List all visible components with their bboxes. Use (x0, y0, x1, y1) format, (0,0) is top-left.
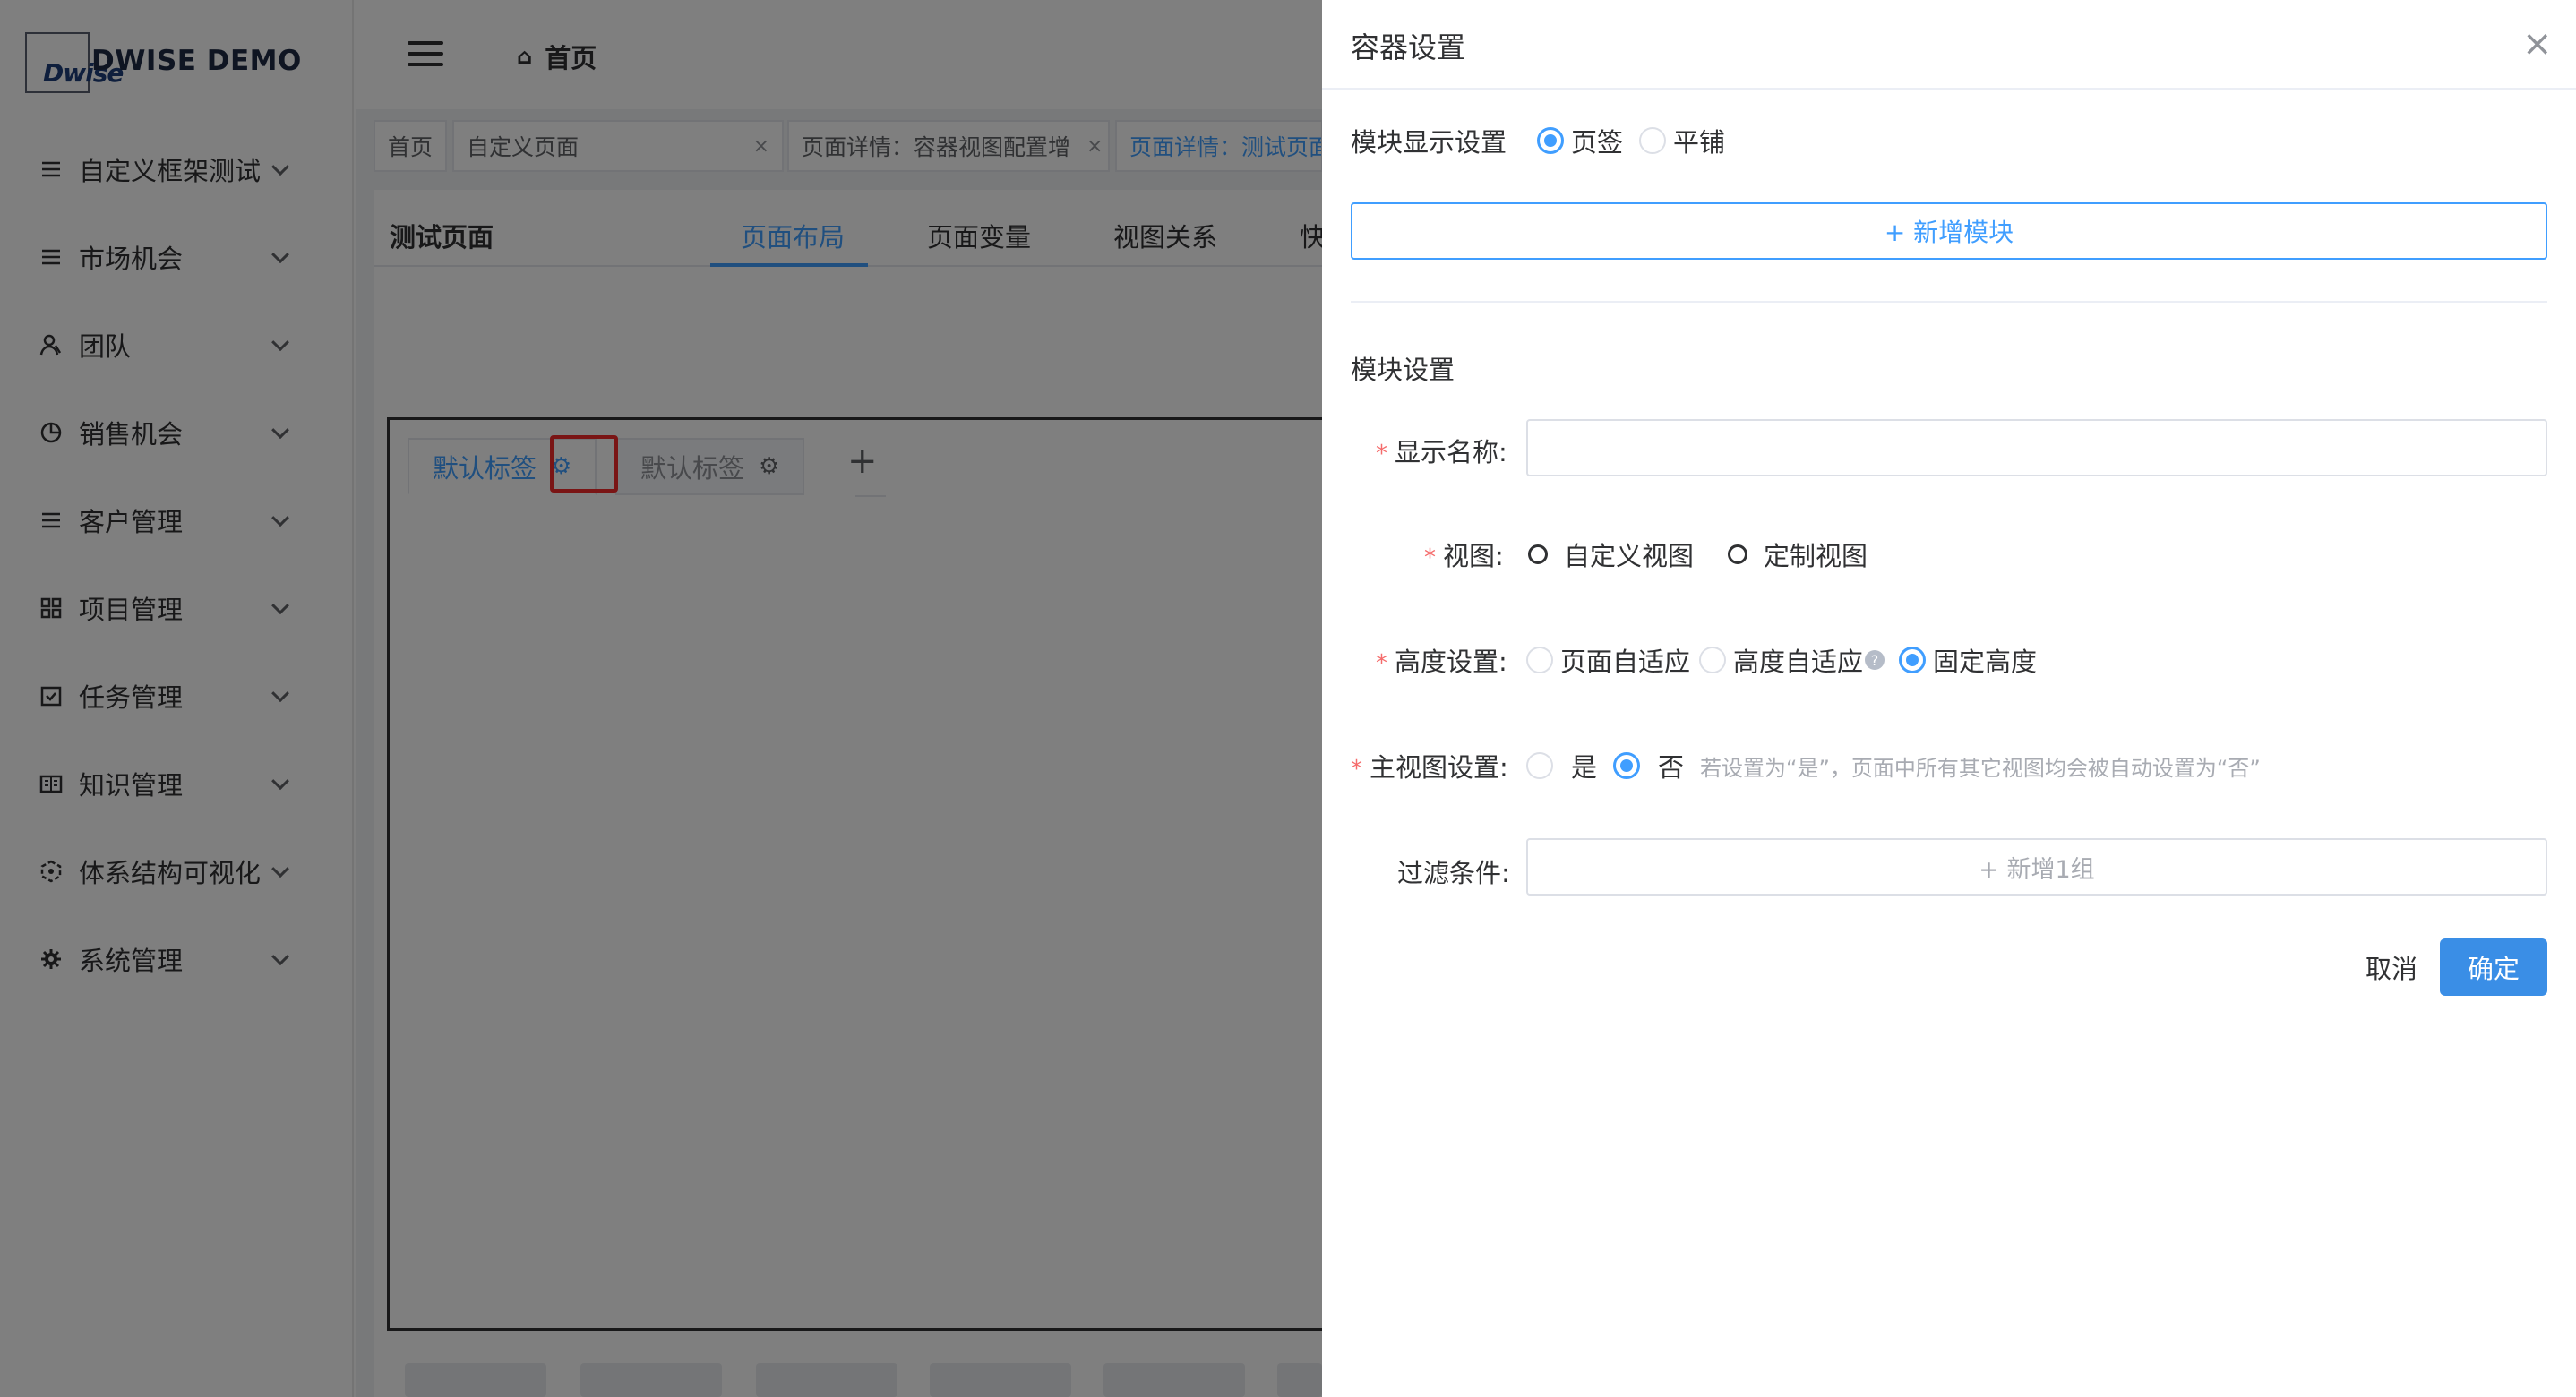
height-setting-label: * 高度设置: (1376, 641, 1507, 679)
view-label: * 视图: (1424, 536, 1504, 573)
radio-checked-icon (1537, 127, 1564, 154)
radio-label: 是 (1571, 752, 1598, 783)
radio-label: 定制视图 (1764, 541, 1868, 571)
required-mark: * (1376, 650, 1387, 677)
filter-label: 过滤条件: (1397, 858, 1510, 888)
radio-fixed-height[interactable]: 固定高度 (1899, 641, 2037, 679)
label-text: 主视图设置: (1370, 752, 1508, 783)
radio-main-view-yes[interactable]: 是 (1526, 747, 1597, 784)
label-text: 显示名称: (1395, 437, 1507, 467)
radio-unchecked-icon (1699, 647, 1727, 673)
radio-label: 否 (1658, 752, 1685, 783)
radio-page-adaptive[interactable]: 页面自适应 (1526, 641, 1690, 679)
display-name-label: * 显示名称: (1376, 432, 1507, 469)
radio-label: 平铺 (1673, 127, 1726, 158)
main-view-hint: 若设置为“是”，页面中所有其它视图均会被自动设置为“否” (1700, 755, 2261, 781)
drawer-title: 容器设置 (1351, 30, 1466, 64)
radio-unchecked-icon (1526, 647, 1553, 673)
radio-label: 固定高度 (1933, 647, 2038, 677)
radio-tile-mode[interactable]: 平铺 (1639, 122, 1725, 159)
add-module-button[interactable]: + 新增模块 (1351, 202, 2547, 260)
add-filter-group-button[interactable]: + 新增1组 (1526, 838, 2547, 896)
radio-unchecked-icon (1728, 544, 1748, 564)
radio-label: 高度自适应 (1733, 647, 1864, 677)
radio-unchecked-icon (1526, 752, 1553, 779)
required-mark: * (1424, 544, 1436, 571)
close-icon[interactable]: × (2522, 23, 2553, 64)
radio-unchecked-icon (1639, 127, 1667, 154)
cancel-button[interactable]: 取消 (2348, 938, 2434, 996)
display-setting-label: 模块显示设置 (1351, 127, 1507, 158)
radio-checked-icon (1613, 752, 1641, 779)
required-mark: * (1351, 756, 1362, 783)
main-view-radio-group: 是 否 若设置为“是”，页面中所有其它视图均会被自动设置为“否” (1526, 747, 2261, 784)
drawer-header: 容器设置 × (1322, 0, 2576, 90)
required-mark: * (1376, 441, 1387, 467)
radio-checked-icon (1899, 647, 1927, 673)
help-icon[interactable]: ? (1865, 650, 1885, 670)
container-settings-drawer: 容器设置 × 模块显示设置 页签 平铺 + 新增模块 模块设置 * 显示名称: *… (1322, 0, 2576, 1397)
section-divider (1351, 301, 2547, 303)
display-name-input[interactable] (1526, 419, 2547, 476)
confirm-button[interactable]: 确定 (2440, 938, 2547, 996)
main-view-label: * 主视图设置: (1351, 747, 1508, 784)
label-text: 高度设置: (1395, 647, 1507, 677)
radio-tailored-view[interactable]: 定制视图 (1728, 536, 1868, 573)
display-mode-radio-group: 页签 平铺 (1537, 122, 1741, 159)
view-radio-group: 自定义视图 定制视图 (1528, 536, 1902, 573)
radio-label: 页签 (1571, 127, 1624, 158)
radio-label: 自定义视图 (1564, 541, 1695, 571)
radio-custom-view[interactable]: 自定义视图 (1528, 536, 1694, 573)
height-radio-group: 页面自适应 高度自适应 ? 固定高度 (1526, 641, 2053, 679)
radio-main-view-no[interactable]: 否 (1613, 747, 1684, 784)
radio-tab-mode[interactable]: 页签 (1537, 122, 1623, 159)
radio-label: 页面自适应 (1560, 647, 1691, 677)
label-text: 视图: (1443, 541, 1504, 571)
radio-unchecked-icon (1528, 544, 1548, 564)
radio-height-adaptive[interactable]: 高度自适应 (1699, 641, 1863, 679)
module-section-title: 模块设置 (1351, 355, 1455, 385)
